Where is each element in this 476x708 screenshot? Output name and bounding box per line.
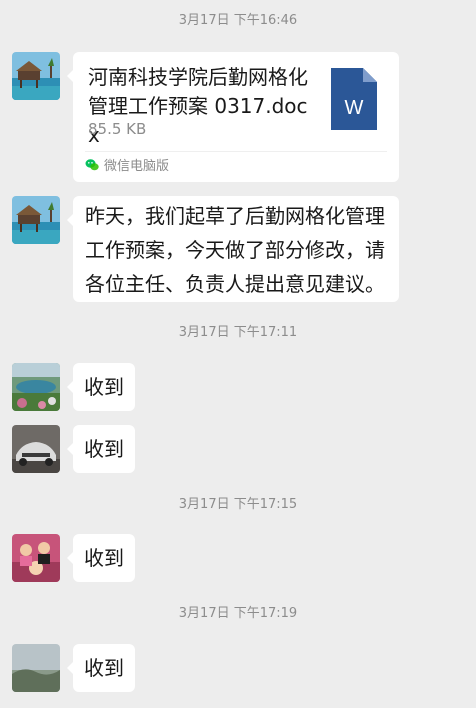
avatar[interactable]: [12, 534, 60, 582]
timestamp: 3月17日 下午17:11: [178, 325, 298, 340]
avatar[interactable]: [12, 196, 60, 244]
file-source-label: 微信电脑版: [104, 159, 170, 174]
timestamp: 3月17日 下午17:19: [178, 606, 298, 621]
avatar-image-beach-hut: [12, 52, 60, 100]
text-message[interactable]: 昨天，我们起草了后勤网格化管理工作预案，今天做了部分修改，请各位主任、负责人提出…: [67, 196, 399, 302]
chat-window: 3月17日 下午16:46 河南科技学院后勤网格化管理工作预案 0317.doc…: [0, 0, 476, 708]
file-card-divider: [85, 151, 387, 152]
text-message[interactable]: 收到: [67, 363, 135, 411]
avatar-image-misty-landscape: [12, 644, 60, 692]
avatar[interactable]: [12, 363, 60, 411]
timestamp: 3月17日 下午16:46: [178, 13, 298, 28]
text-message[interactable]: 收到: [67, 534, 135, 582]
avatar-image-beach-hut: [12, 196, 60, 244]
timestamp: 3月17日 下午17:15: [178, 497, 298, 512]
avatar-image-group-photo: [12, 534, 60, 582]
avatar[interactable]: [12, 644, 60, 692]
avatar-image-landscape: [12, 363, 60, 411]
avatar[interactable]: [12, 52, 60, 100]
avatar-image-car: [12, 425, 60, 473]
wechat-icon: [85, 159, 99, 171]
avatar[interactable]: [12, 425, 60, 473]
svg-text:W: W: [345, 97, 364, 119]
text-message[interactable]: 收到: [67, 644, 135, 692]
file-size: 85.5 KB: [88, 120, 147, 138]
file-source: 微信电脑版: [85, 158, 169, 175]
word-document-icon: W: [331, 68, 377, 130]
text-message[interactable]: 收到: [67, 425, 135, 473]
file-message-card[interactable]: 河南科技学院后勤网格化管理工作预案 0317.docx 85.5 KB W 微信…: [67, 52, 399, 182]
